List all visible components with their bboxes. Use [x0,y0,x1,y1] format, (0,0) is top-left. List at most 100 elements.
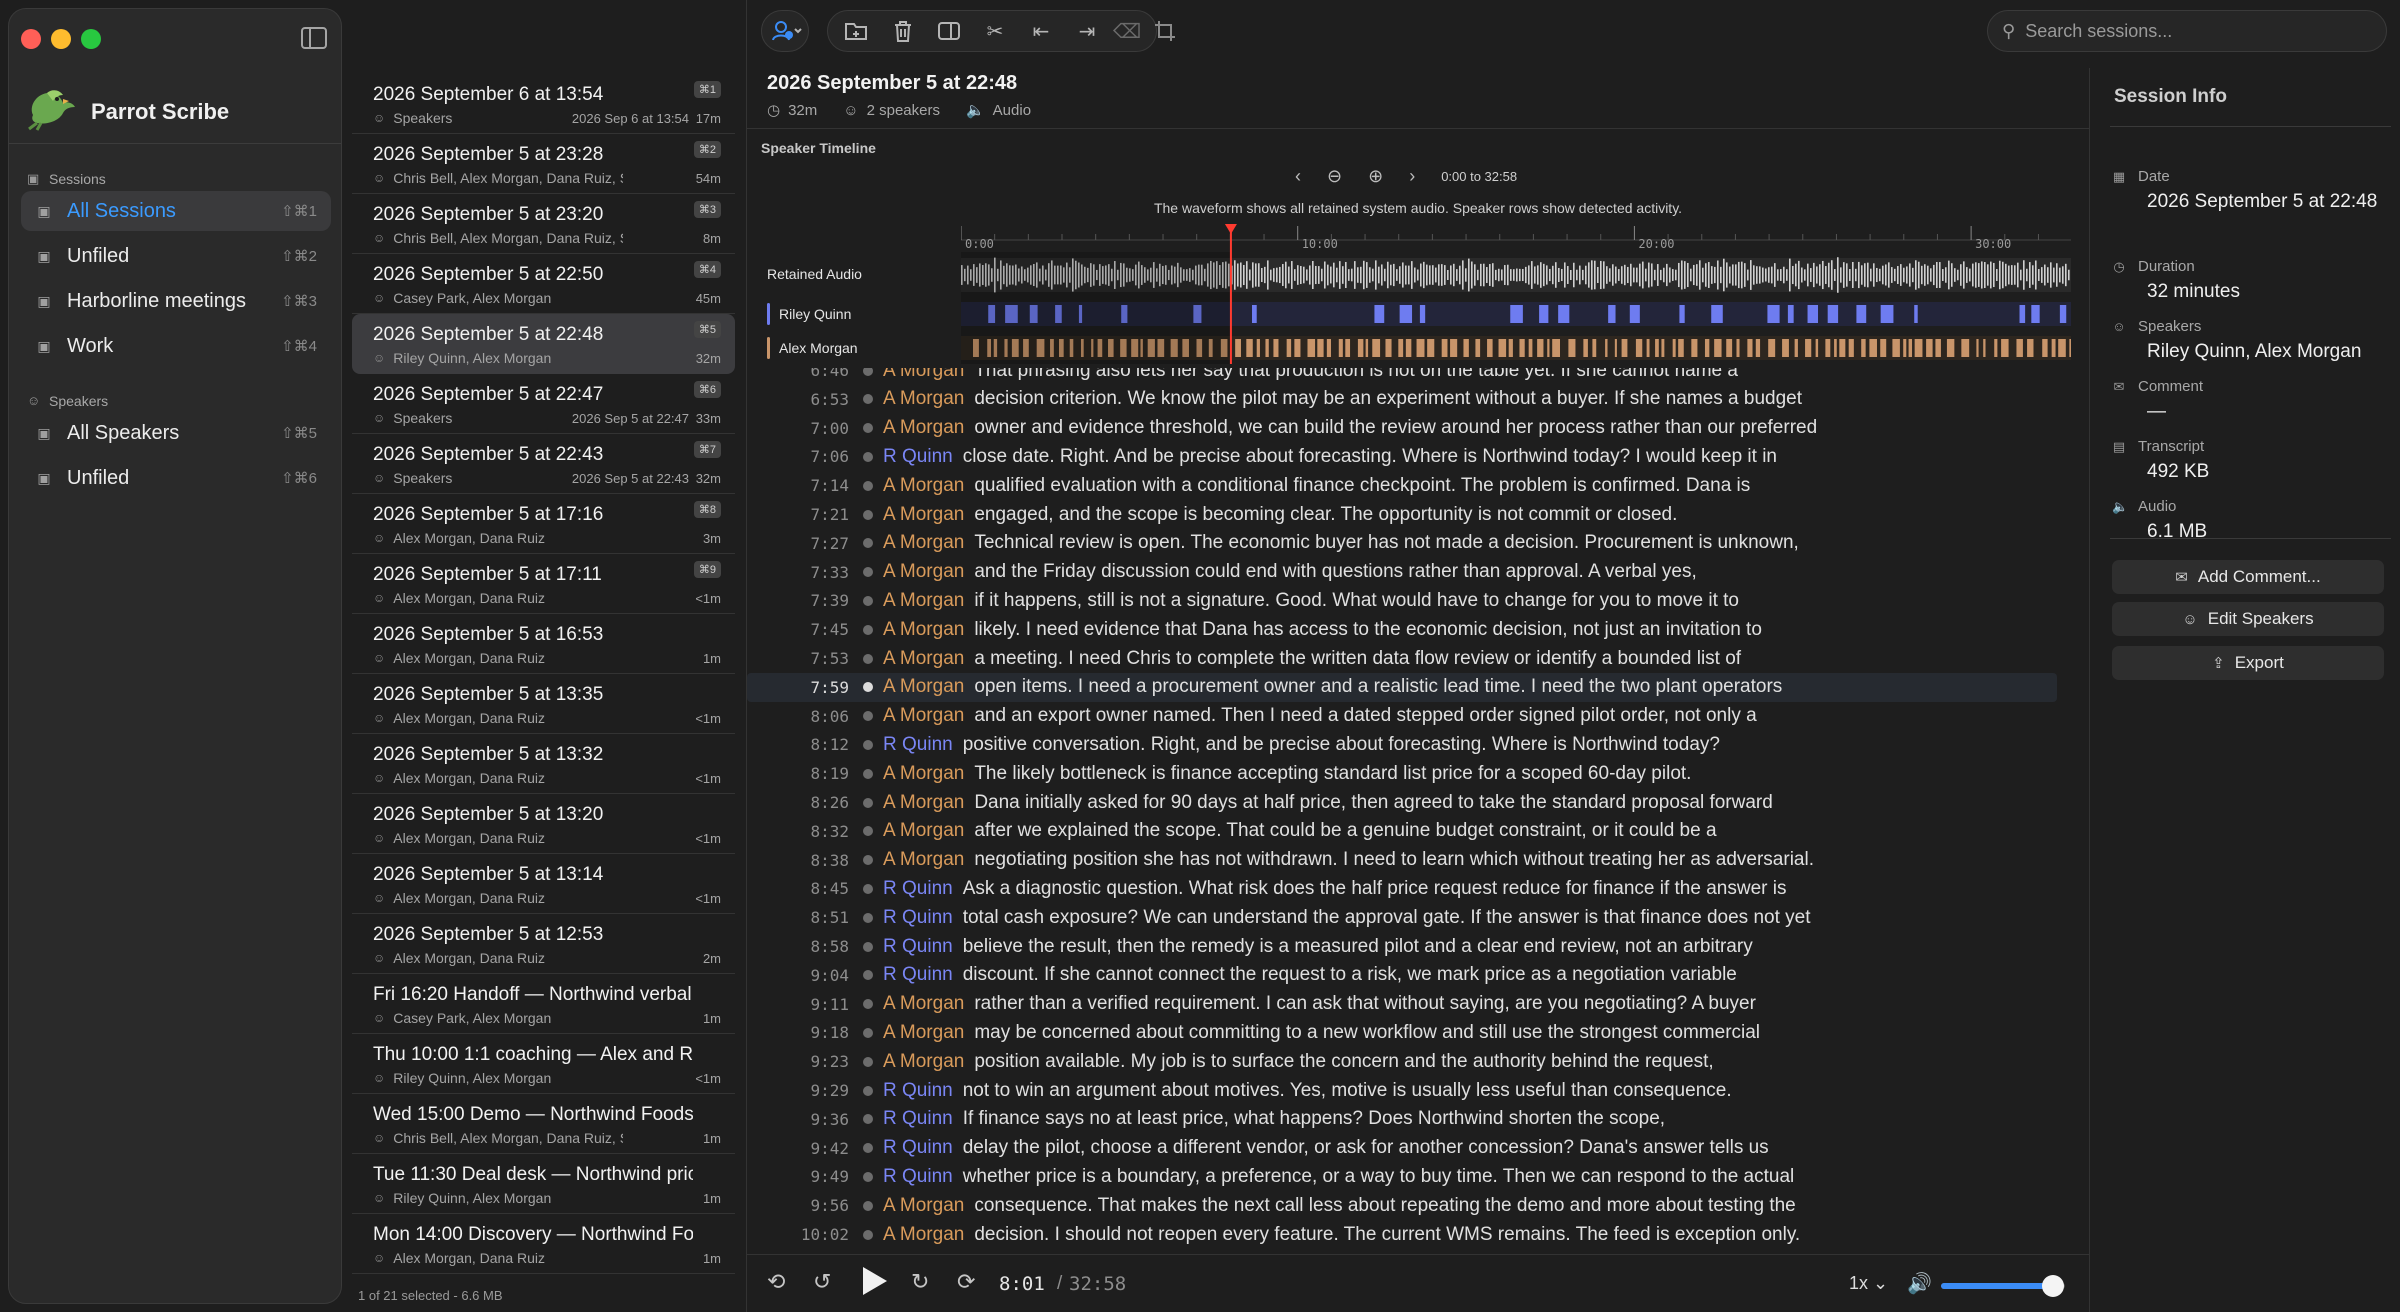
transcript-line[interactable]: 8:38 A Morgan negotiating position she has… [747,846,2057,875]
skip-forward-30-icon[interactable]: ⟳ [957,1269,975,1295]
transcript-speaker[interactable]: A Morgan [883,532,964,554]
transcript-line[interactable]: 9:36 R Quinn If finance says no at least p… [747,1105,2057,1134]
session-row[interactable]: 2026 September 5 at 17:16 ☺ Alex Morgan, D… [352,494,735,554]
transcript-timestamp[interactable]: 8:58 [747,937,849,956]
sidebar-speaker-item-unfiled[interactable]: ▣ Unfiled ⇧⌘6 [21,458,331,498]
transcript-line[interactable]: 7:00 A Morgan owner and evidence threshold… [747,414,2057,443]
session-row[interactable]: 2026 September 5 at 12:53 ☺ Alex Morgan, D… [352,914,735,974]
close-window-button[interactable] [21,29,41,49]
play-button[interactable] [863,1267,887,1295]
session-row[interactable]: 2026 September 5 at 22:47 ☺ Speakers ⌘6 2026… [352,374,735,434]
transcript-speaker[interactable]: A Morgan [883,648,964,670]
transcript-timestamp[interactable]: 9:49 [747,1167,849,1186]
transcript-line[interactable]: 9:23 A Morgan position available. My job i… [747,1047,2057,1076]
sidebar-speaker-item-all-speakers[interactable]: ▣ All Speakers ⇧⌘5 [21,413,331,453]
search-input[interactable] [2025,20,2366,42]
transcript-line[interactable]: 9:42 R Quinn delay the pilot, choose a dif… [747,1134,2057,1163]
session-row[interactable]: 2026 September 6 at 13:54 ☺ Speakers ⌘1 2026… [352,74,735,134]
transcript-line[interactable]: 8:51 R Quinn total cash exposure? We can u… [747,903,2057,932]
sidebar-item-harborline-meetings[interactable]: ▣ Harborline meetings ⇧⌘3 [21,281,331,321]
transcript-speaker[interactable]: A Morgan [883,388,964,410]
transcript-timestamp[interactable]: 9:23 [747,1052,849,1071]
transcript-line[interactable]: 9:04 R Quinn discount. If she cannot conne… [747,961,2057,990]
transcript-timestamp[interactable]: 8:38 [747,851,849,870]
zoom-in-icon[interactable]: ⊕ [1368,166,1383,187]
transcript-timestamp[interactable]: 7:21 [747,505,849,524]
session-row[interactable]: 2026 September 5 at 16:53 ☺ Alex Morgan, D… [352,614,735,674]
transcript-speaker[interactable]: R Quinn [883,446,953,468]
session-row[interactable]: 2026 September 5 at 22:48 ☺ Riley Quinn, A… [352,314,735,374]
scissors-icon[interactable]: ✂ [977,12,1013,50]
transcript-speaker[interactable]: R Quinn [883,964,953,986]
transcript-timestamp[interactable]: 7:27 [747,534,849,553]
transcript-timestamp[interactable]: 9:18 [747,1023,849,1042]
transcript-line[interactable]: 8:32 A Morgan after we explained the scope… [747,817,2057,846]
transcript-line[interactable]: 8:06 A Morgan and an export owner named. T… [747,702,2057,731]
transcript-speaker[interactable]: A Morgan [883,1224,964,1246]
transcript-speaker[interactable]: A Morgan [883,1195,964,1217]
export-button[interactable]: ⇪ Export [2112,646,2384,680]
transcript-line[interactable]: 8:19 A Morgan The likely bottleneck is fin… [747,759,2057,788]
transcript-timestamp[interactable]: 6:46 [747,368,849,380]
session-row[interactable]: 2026 September 5 at 22:43 ☺ Speakers ⌘7 2026… [352,434,735,494]
session-row[interactable]: Fri 16:20 Handoff — Northwind verbal... ☺… [352,974,735,1034]
add-comment-button[interactable]: ✉ Add Comment... [2112,560,2384,594]
transcript-speaker[interactable]: A Morgan [883,561,964,583]
sidebar-item-work[interactable]: ▣ Work ⇧⌘4 [21,326,331,366]
transcript-line[interactable]: 7:59 A Morgan open items. I need a procure… [747,672,2057,702]
transcript-timestamp[interactable]: 8:06 [747,707,849,726]
zoom-out-icon[interactable]: ⊖ [1327,166,1342,187]
session-row[interactable]: 2026 September 5 at 13:35 ☺ Alex Morgan, D… [352,674,735,734]
speaker-timeline[interactable]: 0:00 10:00 20:00 30:00 [961,224,2071,364]
transcript-timestamp[interactable]: 9:11 [747,995,849,1014]
transcript-line[interactable]: 6:46 A Morgan That phrasing also lets her … [747,368,2057,385]
transcript-speaker[interactable]: A Morgan [883,820,964,842]
edit-speakers-button[interactable]: ☺ Edit Speakers [2112,602,2384,636]
sidebar-toggle-icon[interactable] [301,27,327,49]
transcript-speaker[interactable]: A Morgan [883,676,964,698]
transcript-timestamp[interactable]: 9:56 [747,1196,849,1215]
transcript-speaker[interactable]: R Quinn [883,1080,953,1102]
transcript-speaker[interactable]: A Morgan [883,1022,964,1044]
transcript-line[interactable]: 7:14 A Morgan qualified evaluation with a … [747,471,2057,500]
transcript-line[interactable]: 8:12 R Quinn positive conversation. Right,… [747,730,2057,759]
transcript-timestamp[interactable]: 7:33 [747,563,849,582]
volume-knob[interactable] [2041,1275,2064,1297]
transcript-speaker[interactable]: R Quinn [883,1137,953,1159]
session-row[interactable]: Tue 11:30 Deal desk — Northwind pric... ☺… [352,1154,735,1214]
transcript-speaker[interactable]: A Morgan [883,763,964,785]
transcript-timestamp[interactable]: 7:39 [747,591,849,610]
session-row[interactable]: 2026 September 5 at 17:11 ☺ Alex Morgan, D… [352,554,735,614]
transcript-line[interactable]: 9:56 A Morgan consequence. That makes the … [747,1191,2057,1220]
transcript-timestamp[interactable]: 10:02 [747,1225,849,1244]
session-row[interactable]: 2026 September 5 at 13:20 ☺ Alex Morgan, D… [352,794,735,854]
session-row[interactable]: 2026 September 5 at 13:14 ☺ Alex Morgan, D… [352,854,735,914]
transcript-speaker[interactable]: A Morgan [883,705,964,727]
split-view-icon[interactable] [931,12,967,50]
transcript-line[interactable]: 9:11 A Morgan rather than a verified requi… [747,990,2057,1019]
transcript-timestamp[interactable]: 9:04 [747,966,849,985]
transcript-speaker[interactable]: A Morgan [883,792,964,814]
transcript-timestamp[interactable]: 8:19 [747,764,849,783]
transcript-timestamp[interactable]: 8:51 [747,908,849,927]
transcript-timestamp[interactable]: 7:14 [747,476,849,495]
transcript-timestamp[interactable]: 7:53 [747,649,849,668]
transcript-speaker[interactable]: R Quinn [883,734,953,756]
session-row[interactable]: 2026 September 5 at 13:32 ☺ Alex Morgan, D… [352,734,735,794]
transcript-speaker[interactable]: R Quinn [883,878,953,900]
transcript-speaker[interactable]: R Quinn [883,907,953,929]
transcript-speaker[interactable]: A Morgan [883,619,964,641]
transcript-speaker[interactable]: R Quinn [883,1166,953,1188]
chevron-right-icon[interactable]: › [1409,166,1415,187]
transcript-speaker[interactable]: A Morgan [883,849,964,871]
transcript-timestamp[interactable]: 7:59 [747,678,849,697]
transcript-line[interactable]: 8:26 A Morgan Dana initially asked for 90 … [747,788,2057,817]
assign-speaker-icon[interactable] [767,12,807,50]
transcript-timestamp[interactable]: 7:00 [747,419,849,438]
transcript-line[interactable]: 10:02 A Morgan decision. I should not reop… [747,1220,2057,1248]
volume-slider[interactable] [1941,1275,2065,1297]
maximize-window-button[interactable] [81,29,101,49]
transcript-line[interactable]: 7:39 A Morgan if it happens, still is not … [747,586,2057,615]
volume-icon[interactable]: 🔊 [1907,1271,1932,1296]
trim-start-icon[interactable]: ⇤ [1023,12,1059,50]
